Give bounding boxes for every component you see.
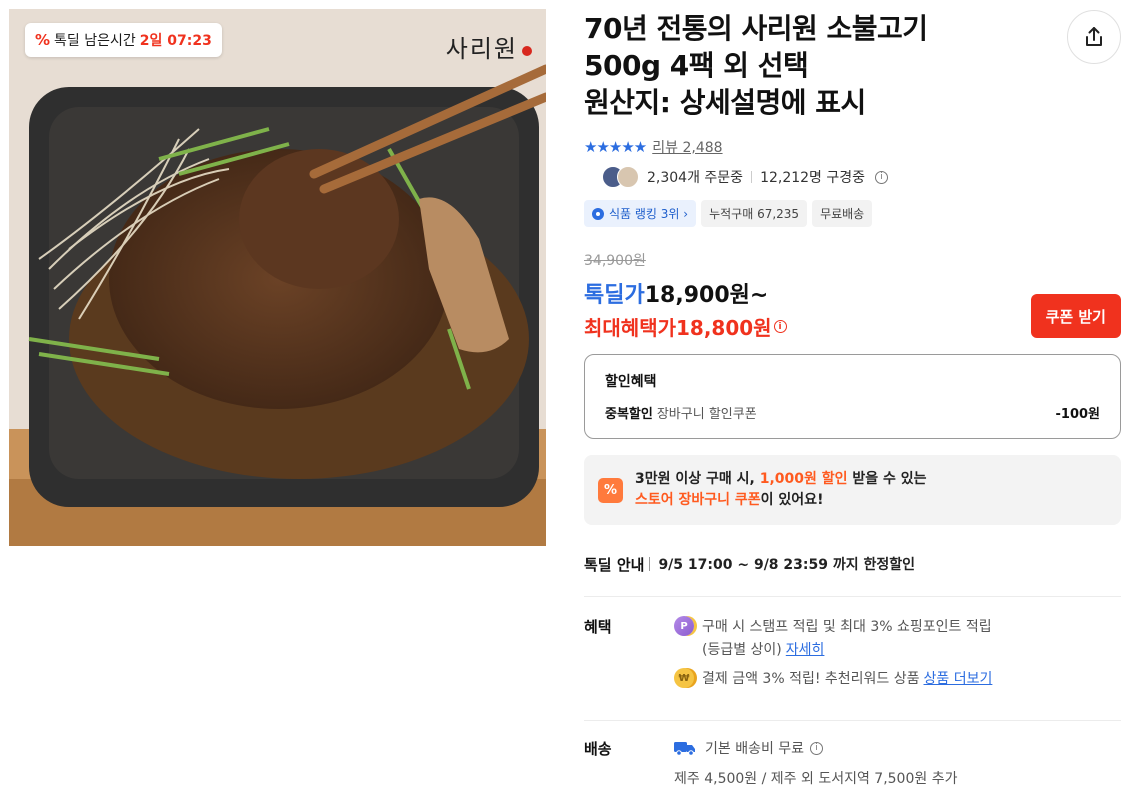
deal-price-value: 18,900원~ bbox=[644, 283, 769, 308]
cart-coupon-banner[interactable]: % 3만원 이상 구매 시, 1,000원 할인 받을 수 있는 스토어 장바구… bbox=[584, 455, 1121, 525]
watching-count: 12,212명 구경중 bbox=[760, 170, 866, 186]
share-icon bbox=[1086, 27, 1102, 46]
discount-title: 할인혜택 bbox=[605, 374, 657, 390]
shipping-section: 배송 기본 배송비 무료 i 제주 4,500원 / 제주 외 도서지역 7,5… bbox=[584, 738, 1121, 791]
timer-value: 2일 07:23 bbox=[139, 33, 212, 49]
deal-info-value: 9/5 17:00 ~ 9/8 23:59 까지 한정할인 bbox=[658, 557, 916, 573]
ordering-count: 2,304개 주문중 bbox=[647, 170, 744, 186]
won-coin-icon: ₩ bbox=[674, 668, 694, 688]
details-link[interactable]: 자세히 bbox=[786, 642, 825, 658]
discount-desc: 장바구니 할인쿠폰 bbox=[656, 407, 757, 422]
ranking-icon bbox=[592, 207, 604, 220]
shipping-fee-line: 기본 배송비 무료 i bbox=[674, 738, 824, 758]
share-button[interactable] bbox=[1067, 10, 1121, 64]
ranking-text: 식품 랭킹 3위 bbox=[609, 207, 680, 221]
divider bbox=[649, 557, 651, 571]
info-icon[interactable]: i bbox=[875, 170, 889, 184]
benefit-text-1: 구매 시 스탬프 적립 및 최대 3% 쇼핑포인트 적립 bbox=[702, 619, 992, 635]
benefit-label: 혜택 bbox=[584, 618, 612, 636]
cumulative-purchase-tag: 누적구매 67,235 bbox=[701, 200, 808, 227]
title-line-3: 원산지: 상세설명에 표시 bbox=[584, 86, 866, 119]
brand-logo: 사리원 bbox=[446, 29, 532, 64]
benefit-text-3: 결제 금액 3% 적립! 추천리워드 상품 bbox=[702, 671, 920, 687]
max-benefit-label: 최대혜택가 bbox=[584, 316, 676, 340]
divider bbox=[751, 171, 753, 183]
deal-info-label: 톡딜 안내 bbox=[584, 555, 645, 574]
point-coin-icon: P bbox=[674, 616, 694, 636]
product-info-panel: 70년 전통의 사리원 소불고기 500g 4팩 외 선택 원산지: 상세설명에… bbox=[584, 10, 1121, 791]
shipping-extra-line: 제주 4,500원 / 제주 외 도서지역 7,500원 추가 bbox=[674, 771, 958, 787]
info-icon[interactable]: i bbox=[773, 320, 787, 333]
stats-row: 2,304개 주문중 12,212명 구경중 i bbox=[602, 166, 1121, 188]
discount-amount: -100원 bbox=[1055, 407, 1101, 422]
discount-row: 중복할인 장바구니 할인쿠폰 -100원 bbox=[605, 403, 1100, 422]
max-benefit-price: 18,800원 bbox=[676, 316, 772, 340]
product-image[interactable]: % 톡딜 남은시간 2일 07:23 사리원 bbox=[9, 9, 546, 546]
deal-price-label: 톡딜가 bbox=[584, 283, 645, 308]
rating-row: ★★★★★ 리뷰 2,488 bbox=[584, 137, 1121, 157]
shipping-label: 배송 bbox=[584, 740, 612, 758]
discount-name: 중복할인 bbox=[605, 407, 653, 422]
truck-icon bbox=[674, 742, 695, 756]
price-area: 34,900원 톡딜가18,900원~ 최대혜택가 18,800원 i 쿠폰 받기 bbox=[584, 250, 1121, 341]
info-icon[interactable]: i bbox=[810, 741, 824, 755]
timer-label: 톡딜 남은시간 bbox=[54, 33, 136, 49]
divider bbox=[584, 720, 1121, 721]
benefit-point-line: P 구매 시 스탬프 적립 및 최대 3% 쇼핑포인트 적립 (등급별 상이) 자… bbox=[674, 616, 992, 659]
benefit-section: 혜택 P 구매 시 스탬프 적립 및 최대 3% 쇼핑포인트 적립 (등급별 상… bbox=[584, 616, 1121, 696]
star-rating-icon: ★★★★★ bbox=[584, 138, 647, 156]
free-shipping-tag: 무료배송 bbox=[812, 200, 873, 227]
benefit-text-2: (등급별 상이) bbox=[702, 642, 782, 658]
buyer-avatars bbox=[602, 166, 639, 188]
get-coupon-button[interactable]: 쿠폰 받기 bbox=[1030, 294, 1121, 338]
chevron-right-icon: › bbox=[679, 206, 689, 221]
deal-info-row: 톡딜 안내 9/5 17:00 ~ 9/8 23:59 까지 한정할인 bbox=[584, 554, 1121, 574]
more-products-link[interactable]: 상품 더보기 bbox=[924, 668, 993, 688]
deal-timer-badge: % 톡딜 남은시간 2일 07:23 bbox=[25, 23, 222, 57]
product-photo bbox=[9, 9, 546, 546]
title-line-2: 500g 4팩 외 선택 bbox=[584, 49, 809, 82]
avatar bbox=[617, 166, 639, 188]
original-price: 34,900원 bbox=[584, 253, 646, 269]
shipping-fee-text: 기본 배송비 무료 bbox=[705, 741, 805, 757]
coupon-percent-icon: % bbox=[598, 477, 623, 503]
brand-seal-icon bbox=[522, 45, 532, 56]
percent-icon: % bbox=[35, 31, 51, 49]
cart-coupon-text: 3만원 이상 구매 시, 1,000원 할인 받을 수 있는 스토어 장바구니 … bbox=[635, 471, 927, 508]
discount-benefit-box: 할인혜택 중복할인 장바구니 할인쿠폰 -100원 bbox=[584, 354, 1121, 439]
benefit-reward-line: ₩ 결제 금액 3% 적립! 추천리워드 상품 상품 더보기 bbox=[674, 668, 992, 688]
ranking-tag[interactable]: 식품 랭킹 3위 › bbox=[584, 200, 697, 227]
divider bbox=[584, 596, 1121, 597]
tags-row: 식품 랭킹 3위 › 누적구매 67,235 무료배송 bbox=[584, 200, 1121, 227]
review-count-link[interactable]: 리뷰 2,488 bbox=[652, 137, 722, 157]
product-title: 70년 전통의 사리원 소불고기 500g 4팩 외 선택 원산지: 상세설명에… bbox=[584, 10, 1054, 121]
title-line-1: 70년 전통의 사리원 소불고기 bbox=[584, 12, 928, 45]
